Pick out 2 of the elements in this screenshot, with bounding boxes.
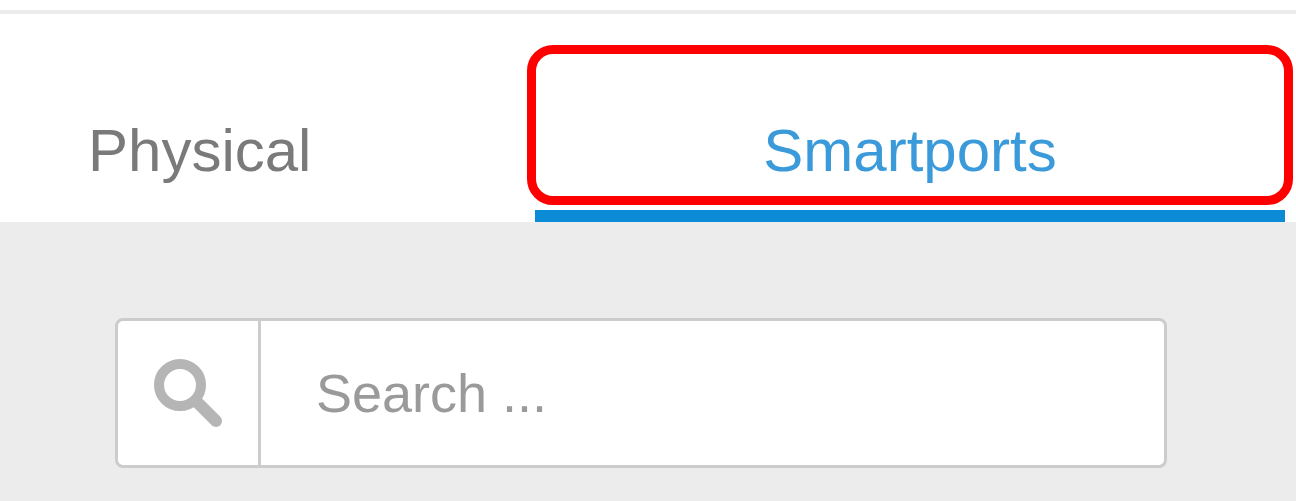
search-field[interactable]: Search ... bbox=[115, 318, 1167, 468]
tab[interactable]: Physical bbox=[88, 92, 312, 222]
